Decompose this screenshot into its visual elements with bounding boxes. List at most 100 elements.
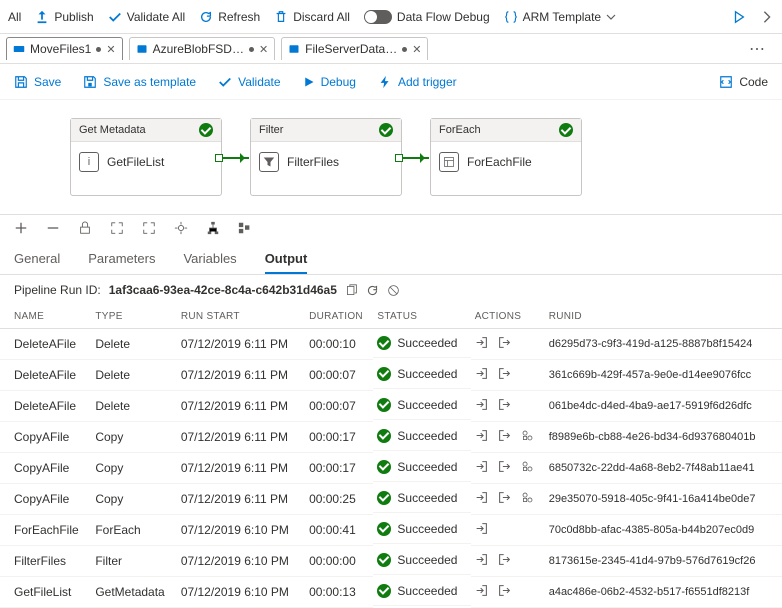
- activity-getmetadata[interactable]: Get Metadata i GetFileList: [70, 118, 222, 196]
- cell-name: CopyAFile: [0, 422, 91, 453]
- col-status[interactable]: Status: [373, 305, 470, 329]
- tab-output[interactable]: Output: [265, 245, 308, 274]
- cell-name: DeleteAFile: [0, 329, 91, 360]
- debug-toggle[interactable]: Data Flow Debug: [364, 10, 490, 24]
- details-button[interactable]: [521, 460, 534, 473]
- output-button[interactable]: [498, 553, 511, 566]
- activity-filter[interactable]: Filter FilterFiles: [250, 118, 402, 196]
- input-button[interactable]: [475, 460, 488, 473]
- input-button[interactable]: [475, 398, 488, 411]
- cancel-run-button[interactable]: [387, 284, 400, 297]
- cell-start: 07/12/2019 6:11 PM: [177, 453, 305, 484]
- tab-general[interactable]: General: [14, 245, 60, 274]
- fullscreen-button[interactable]: [142, 221, 156, 235]
- success-icon: [379, 123, 393, 137]
- refresh-button[interactable]: Refresh: [199, 10, 260, 24]
- remove-button[interactable]: [46, 221, 60, 235]
- tab-parameters[interactable]: Parameters: [88, 245, 155, 274]
- output-button[interactable]: [498, 336, 511, 349]
- output-button[interactable]: [498, 491, 511, 504]
- cell-duration: 00:00:07: [305, 391, 373, 422]
- col-actions[interactable]: Actions: [471, 305, 545, 329]
- col-name[interactable]: Name: [0, 305, 91, 329]
- input-button[interactable]: [475, 491, 488, 504]
- tab-variables[interactable]: Variables: [183, 245, 236, 274]
- input-button[interactable]: [475, 584, 488, 597]
- align-icon: [238, 221, 252, 235]
- activity-name-label: GetFileList: [107, 155, 164, 169]
- output-button[interactable]: [498, 584, 511, 597]
- target-icon: [174, 221, 188, 235]
- input-button[interactable]: [475, 336, 488, 349]
- fit-button[interactable]: [110, 221, 124, 235]
- close-tab-button[interactable]: ✕: [259, 43, 268, 56]
- cell-name: CopyAFile: [0, 484, 91, 515]
- input-button[interactable]: [475, 367, 488, 380]
- validate-all-button[interactable]: Validate All: [108, 10, 185, 24]
- braces-icon: [504, 10, 518, 24]
- cell-type: Copy: [91, 484, 176, 515]
- close-tab-button[interactable]: ✕: [106, 43, 115, 56]
- input-button[interactable]: [475, 553, 488, 566]
- details-button[interactable]: [521, 491, 534, 504]
- debug-button[interactable]: Debug: [303, 75, 356, 89]
- copy-button[interactable]: [345, 284, 358, 297]
- add-trigger-label: Add trigger: [398, 75, 457, 89]
- cell-name: FilterFiles: [0, 546, 91, 577]
- discard-all-button[interactable]: Discard All: [274, 10, 350, 24]
- chevron-button[interactable]: [760, 10, 774, 24]
- play-icon: [303, 76, 315, 88]
- zoom-reset-button[interactable]: [174, 221, 188, 235]
- add-button[interactable]: [14, 221, 28, 235]
- col-type[interactable]: Type: [91, 305, 176, 329]
- output-table: Name Type Run Start Duration Status Acti…: [0, 305, 782, 608]
- layout-button[interactable]: [206, 221, 220, 235]
- cell-start: 07/12/2019 6:11 PM: [177, 329, 305, 360]
- validate-button[interactable]: Validate: [218, 75, 280, 89]
- cell-duration: 00:00:13: [305, 577, 373, 608]
- debug-label: Debug: [321, 75, 356, 89]
- save-template-button[interactable]: Save as template: [83, 75, 196, 89]
- cell-type: Delete: [91, 329, 176, 360]
- refresh-output-button[interactable]: [366, 284, 379, 297]
- col-runid[interactable]: RunID: [545, 305, 782, 329]
- lock-button[interactable]: [78, 221, 92, 235]
- expand-icon: [142, 221, 156, 235]
- tab-movefiles1[interactable]: MoveFiles1 ✕: [6, 37, 123, 60]
- save-button[interactable]: Save: [14, 75, 61, 89]
- cell-name: DeleteAFile: [0, 391, 91, 422]
- table-row: CopyAFileCopy07/12/2019 6:11 PM00:00:17S…: [0, 453, 782, 484]
- tab-fileserver[interactable]: FileServerData… ✕: [281, 37, 428, 60]
- col-runstart[interactable]: Run Start: [177, 305, 305, 329]
- col-duration[interactable]: Duration: [305, 305, 373, 329]
- connector-arrow-icon: [401, 157, 429, 159]
- close-tab-button[interactable]: ✕: [412, 43, 421, 56]
- pipeline-icon: [13, 43, 25, 55]
- align-button[interactable]: [238, 221, 252, 235]
- input-button[interactable]: [475, 429, 488, 442]
- add-trigger-button[interactable]: Add trigger: [378, 75, 457, 89]
- table-row: ForEachFileForEach07/12/2019 6:10 PM00:0…: [0, 515, 782, 546]
- publish-button[interactable]: Publish: [35, 10, 93, 24]
- activity-foreach[interactable]: ForEach ForEachFile: [430, 118, 582, 196]
- output-button[interactable]: [498, 398, 511, 411]
- output-button[interactable]: [498, 429, 511, 442]
- success-icon: [377, 336, 391, 350]
- details-button[interactable]: [521, 429, 534, 442]
- code-button[interactable]: Code: [719, 75, 768, 89]
- tab-azureblob[interactable]: AzureBlobFSD… ✕: [129, 37, 276, 60]
- save-template-label: Save as template: [103, 75, 196, 89]
- more-tabs-button[interactable]: ⋯: [739, 39, 776, 59]
- activity-name-label: ForEachFile: [467, 155, 532, 169]
- input-button[interactable]: [475, 522, 488, 535]
- cancel-icon: [387, 284, 400, 297]
- all-filter[interactable]: All: [8, 10, 21, 24]
- output-button[interactable]: [498, 367, 511, 380]
- table-row: DeleteAFileDelete07/12/2019 6:11 PM00:00…: [0, 391, 782, 422]
- run-button[interactable]: [732, 10, 746, 24]
- cell-status: Succeeded: [373, 391, 470, 420]
- output-button[interactable]: [498, 460, 511, 473]
- pipeline-canvas[interactable]: Get Metadata i GetFileList Filter Filter…: [0, 100, 782, 215]
- arm-template-button[interactable]: ARM Template: [504, 10, 616, 24]
- success-icon: [559, 123, 573, 137]
